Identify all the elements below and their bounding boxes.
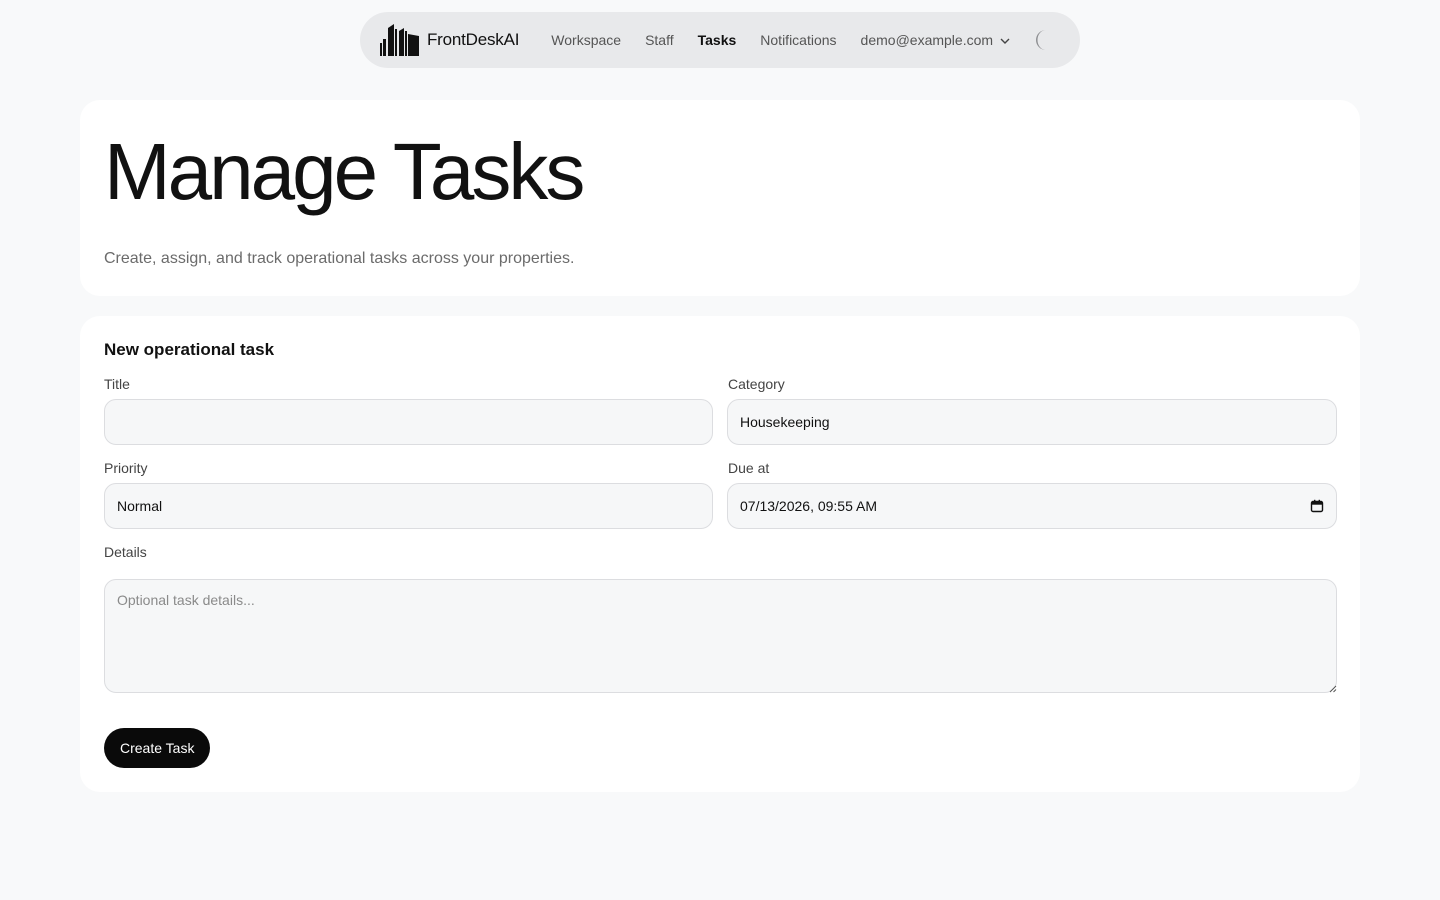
category-value: Housekeeping: [740, 414, 830, 430]
building-icon: [380, 24, 419, 56]
title-label: Title: [104, 376, 130, 392]
page-title: Manage Tasks: [104, 127, 585, 216]
chevron-down-icon: [1000, 38, 1010, 44]
nav-link-tasks[interactable]: Tasks: [698, 32, 737, 48]
category-label: Category: [728, 376, 785, 392]
form-heading: New operational task: [104, 340, 275, 359]
details-textarea[interactable]: [104, 579, 1337, 693]
create-task-button[interactable]: Create Task: [104, 728, 211, 768]
moon-icon: [1036, 30, 1047, 50]
category-select[interactable]: Housekeeping: [727, 399, 1337, 445]
calendar-icon[interactable]: [1310, 499, 1324, 513]
user-menu[interactable]: demo@example.com: [861, 32, 1012, 48]
priority-label: Priority: [104, 460, 148, 476]
new-task-form: New operational task Title Category Hous…: [80, 316, 1360, 792]
priority-select[interactable]: Normal: [104, 483, 713, 529]
priority-value: Normal: [117, 498, 163, 514]
top-nav: FrontDeskAI Workspace Staff Tasks Notifi…: [360, 12, 1080, 68]
title-input[interactable]: [104, 399, 713, 445]
user-email: demo@example.com: [860, 32, 994, 48]
nav-link-notifications[interactable]: Notifications: [760, 32, 836, 48]
nav-link-staff[interactable]: Staff: [645, 32, 674, 48]
brand-name: FrontDeskAI: [427, 30, 520, 49]
nav-link-workspace[interactable]: Workspace: [551, 32, 621, 48]
hero-card: Manage Tasks Create, assign, and track o…: [80, 100, 1360, 296]
page-subtitle: Create, assign, and track operational ta…: [104, 250, 575, 267]
theme-toggle-button[interactable]: [1031, 27, 1053, 53]
nav-links: Workspace Staff Tasks Notifications demo…: [551, 32, 1011, 48]
due-at-value: 07/13/2026, 09:55 AM: [740, 498, 877, 514]
due-at-label: Due at: [728, 460, 770, 476]
brand-link[interactable]: FrontDeskAI: [380, 24, 519, 56]
due-at-input[interactable]: 07/13/2026, 09:55 AM: [727, 483, 1337, 529]
details-label: Details: [104, 544, 147, 560]
resize-handle-icon[interactable]: [1329, 685, 1337, 693]
